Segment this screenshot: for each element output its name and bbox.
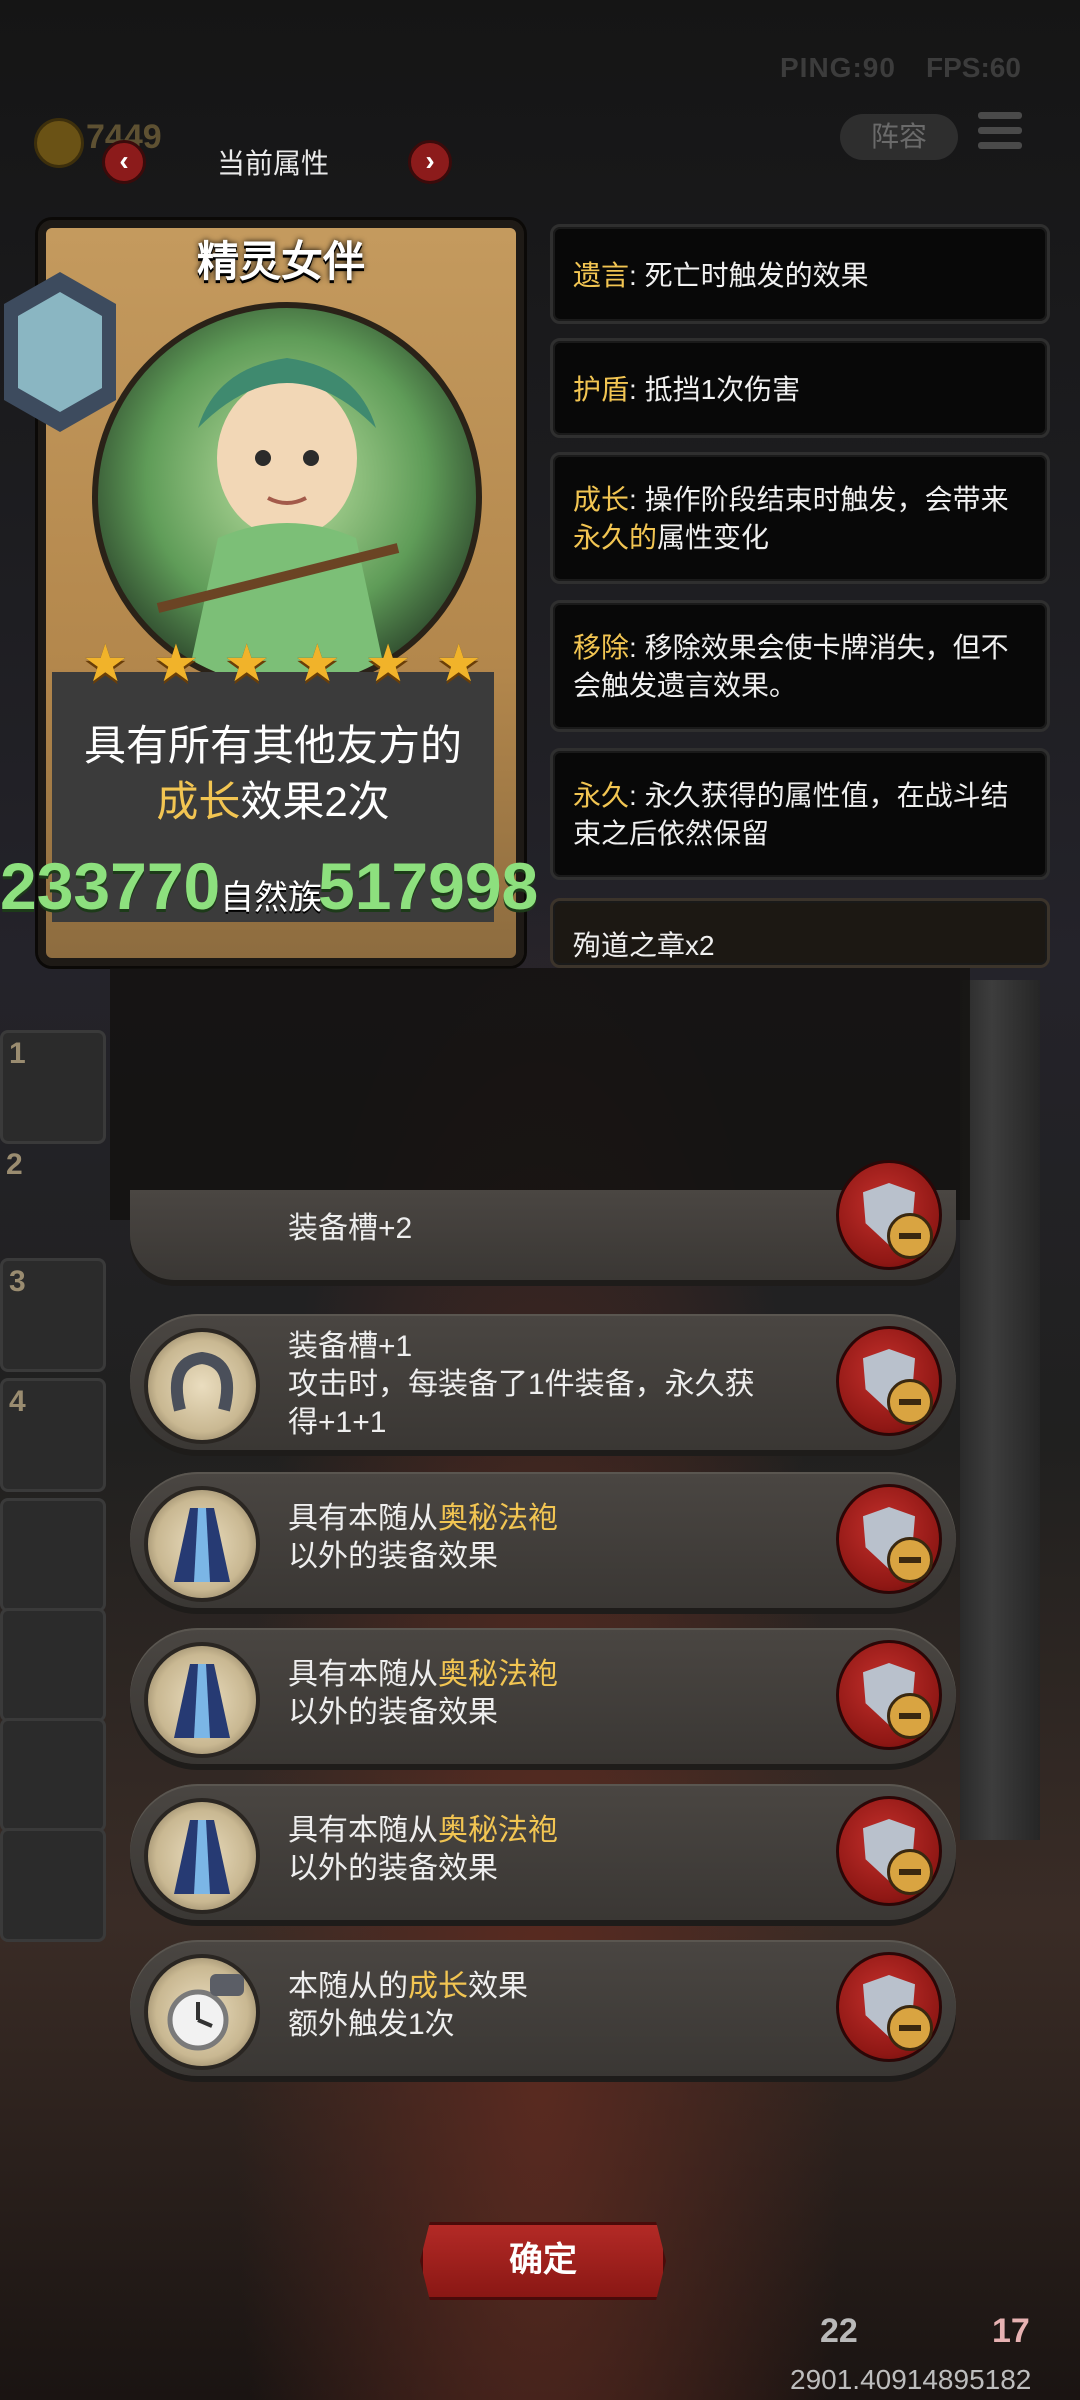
keyword-term: 永久	[573, 780, 630, 811]
keyword-text: : 永久获得的属性值，在战斗结束之后依然保留	[573, 780, 1009, 849]
equipment-item[interactable]: 具有本随从奥秘法袍 以外的装备效果	[130, 1472, 956, 1608]
keyword-panel-growth: 成长: 操作阶段结束时触发，会带来永久的属性变化	[550, 452, 1050, 584]
remove-equipment-button[interactable]	[836, 1796, 942, 1906]
slot-3[interactable]: 3	[0, 1258, 106, 1372]
confirm-button[interactable]: 确定	[420, 2222, 666, 2300]
keyword-text: 属性变化	[657, 522, 770, 553]
equipment-item-partial[interactable]: 装备槽+2	[130, 1160, 956, 1280]
keyword-highlight: 永久的	[573, 522, 658, 553]
star-icon: ★	[435, 635, 482, 693]
horseshoe-icon	[144, 1328, 260, 1444]
keyword-growth: 成长	[156, 778, 241, 825]
robe-icon	[144, 1642, 260, 1758]
fps-readout: FPS:60	[926, 52, 1021, 83]
star-icon: ★	[82, 635, 129, 693]
equipment-item[interactable]: 具有本随从奥秘法袍 以外的装备效果	[130, 1628, 956, 1764]
background-pillar	[960, 980, 1040, 1840]
equipment-text: 本随从的成长效果 额外触发1次	[288, 1970, 528, 2041]
keyword-panel-deathrattle: 遗言: 死亡时触发的效果	[550, 224, 1050, 324]
coordinate-readout: 2901.40914895182	[790, 2364, 1032, 2395]
prev-arrow-button[interactable]: ‹	[102, 140, 146, 184]
tribe-label: 自然族	[220, 879, 322, 917]
extra-item-panel: 殉道之章x2	[550, 898, 1050, 968]
slot-7[interactable]	[0, 1718, 106, 1832]
equipment-text: 具有本随从奥秘法袍 以外的装备效果	[288, 1502, 558, 1573]
next-arrow-button[interactable]: ›	[408, 140, 452, 184]
ping-readout: PING:90	[780, 52, 896, 83]
slot-number: 4	[9, 1385, 26, 1418]
keyword-term: 移除	[573, 632, 630, 663]
equipment-text: 装备槽+1 攻击时，每装备了1件装备，永久获 得+1+1	[288, 1330, 755, 1439]
card-name: 精灵女伴	[196, 238, 365, 285]
remove-equipment-button[interactable]	[836, 1952, 942, 2062]
minus-icon	[887, 2005, 933, 2051]
slot-6[interactable]	[0, 1608, 106, 1722]
bottom-stat-a: 22	[820, 2312, 858, 2350]
star-rating: ★ ★ ★ ★ ★ ★	[82, 638, 482, 690]
bottom-stat-b: 17	[992, 2312, 1030, 2350]
keyword-panel-remove: 移除: 移除效果会使卡牌消失，但不会触发遗言效果。	[550, 600, 1050, 732]
robe-icon	[144, 1486, 260, 1602]
card-description-line1: 具有所有其他友方的	[83, 722, 462, 769]
slot-5[interactable]	[0, 1498, 106, 1612]
keyword-term: 成长	[573, 484, 630, 515]
equipment-text: 具有本随从奥秘法袍 以外的装备效果	[288, 1658, 558, 1729]
panel-title: 当前属性	[216, 148, 329, 179]
star-icon: ★	[364, 635, 412, 693]
slot-1[interactable]: 1	[0, 1030, 106, 1144]
star-icon: ★	[223, 635, 270, 693]
fairy-portrait	[92, 302, 482, 692]
slot-number: 2	[6, 1148, 23, 1181]
minus-icon	[887, 1379, 933, 1425]
remove-equipment-button[interactable]	[836, 1640, 942, 1750]
stat-value-left: 233770	[0, 849, 221, 923]
star-icon: ★	[294, 635, 341, 693]
gold-coin-icon	[34, 118, 84, 168]
menu-icon[interactable]	[978, 112, 1022, 158]
equipment-text: 具有本随从奥秘法袍 以外的装备效果	[288, 1814, 558, 1885]
pocket-watch-icon	[144, 1954, 260, 2070]
description-rest: 效果2次	[240, 778, 390, 825]
minus-icon	[887, 1849, 933, 1895]
equipment-text: 装备槽+2	[288, 1212, 413, 1245]
keyword-panel-shield: 护盾: 抵挡1次伤害	[550, 338, 1050, 438]
minus-icon	[887, 1537, 933, 1583]
minus-icon	[887, 1213, 933, 1259]
keyword-text: : 操作阶段结束时触发，会带来	[629, 484, 1009, 515]
star-icon: ★	[152, 635, 200, 693]
remove-equipment-button[interactable]	[836, 1326, 942, 1436]
equipment-item[interactable]: 具有本随从奥秘法袍 以外的装备效果	[130, 1784, 956, 1920]
keyword-text: : 死亡时触发的效果	[629, 260, 869, 291]
tier-badge-portrait	[18, 292, 102, 412]
slot-8[interactable]	[0, 1828, 106, 1942]
keyword-text: : 抵挡1次伤害	[629, 374, 801, 405]
equipment-item[interactable]: 装备槽+1 攻击时，每装备了1件装备，永久获 得+1+1	[130, 1314, 956, 1450]
slot-number: 1	[9, 1037, 26, 1070]
keyword-term: 护盾	[573, 374, 630, 405]
keyword-panel-permanent: 永久: 永久获得的属性值，在战斗结束之后依然保留	[550, 748, 1050, 880]
keyword-text: : 移除效果会使卡牌消失，但不会触发遗言效果。	[573, 632, 1009, 701]
remove-equipment-button[interactable]	[836, 1484, 942, 1594]
slot-4[interactable]: 4	[0, 1378, 106, 1492]
keyword-term: 遗言	[573, 260, 630, 291]
minus-icon	[887, 1693, 933, 1739]
robe-icon	[144, 1798, 260, 1914]
equipment-item[interactable]: 本随从的成长效果 额外触发1次	[130, 1940, 956, 2076]
lineup-button[interactable]: 阵容	[840, 114, 958, 160]
slot-number: 3	[9, 1265, 26, 1298]
card-description-line2: 成长效果2次	[52, 768, 494, 829]
stat-value-right: 517998	[318, 849, 539, 923]
remove-equipment-button[interactable]	[836, 1160, 942, 1270]
dim-overlay	[110, 968, 970, 1220]
